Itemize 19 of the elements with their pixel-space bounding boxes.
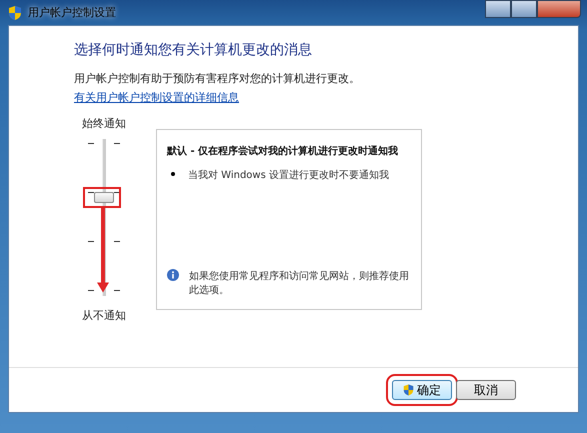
cancel-button[interactable]: 取消 <box>456 380 516 400</box>
slider-top-label: 始终通知 <box>82 116 126 131</box>
page-heading: 选择何时通知您有关计算机更改的消息 <box>74 41 313 59</box>
setting-detail: 当我对 Windows 设置进行更改时不要通知我 <box>188 168 389 182</box>
help-link[interactable]: 有关用户帐户控制设置的详细信息 <box>74 91 239 104</box>
highlight-box <box>83 186 121 208</box>
slider-thumb[interactable] <box>94 192 114 202</box>
maximize-button[interactable] <box>511 0 537 18</box>
info-icon <box>167 269 179 281</box>
slider-bottom-label: 从不通知 <box>82 308 126 323</box>
shield-icon <box>8 6 22 20</box>
recommendation-note: 如果您使用常见程序和访问常见网站，则推荐使用此选项。 <box>189 270 410 297</box>
minimize-button[interactable] <box>485 0 511 18</box>
setting-title: 默认 - 仅在程序尝试对我的计算机进行更改时通知我 <box>167 144 400 158</box>
window-title: 用户帐户控制设置 <box>28 5 116 20</box>
bullet-icon <box>171 172 175 176</box>
close-button[interactable] <box>537 0 581 18</box>
description-text: 用户帐户控制有助于预防有害程序对您的计算机进行更改。 <box>74 71 361 86</box>
shield-icon <box>403 384 414 396</box>
